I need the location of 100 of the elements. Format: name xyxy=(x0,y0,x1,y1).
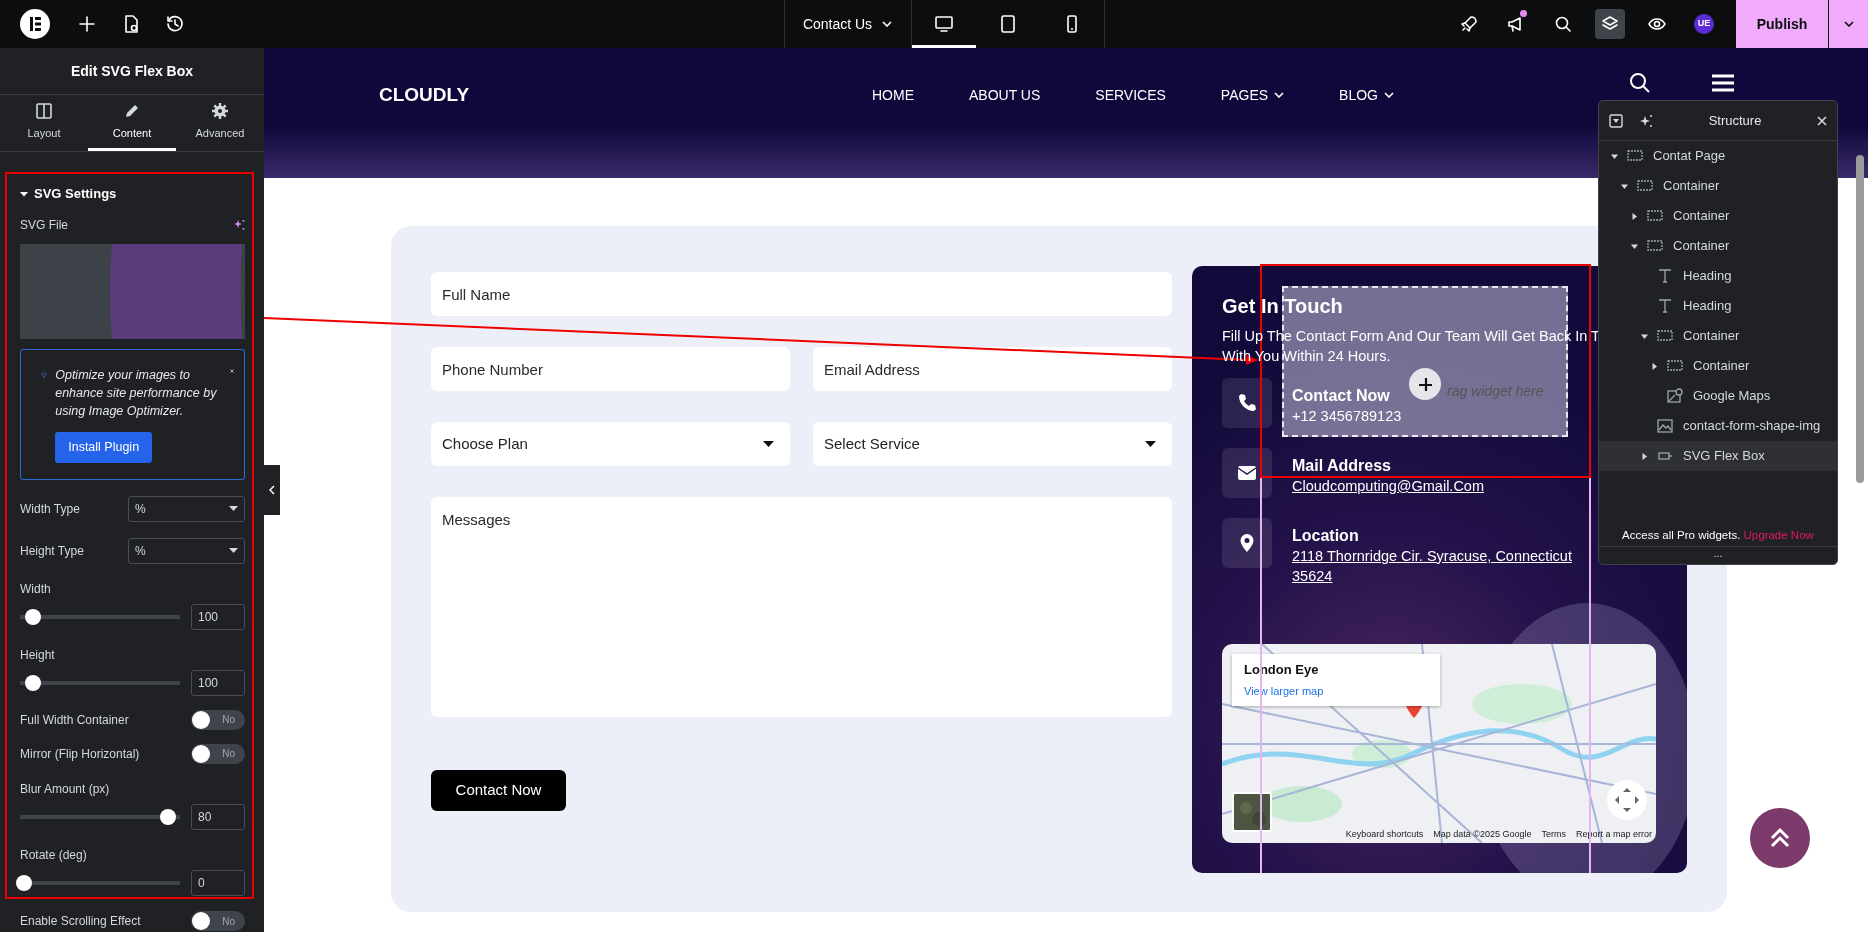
panel-tab[interactable]: Advanced xyxy=(176,95,264,151)
scrollbar-thumb[interactable] xyxy=(1856,155,1864,483)
close-icon[interactable] xyxy=(1817,115,1827,126)
text-field[interactable]: Email Address xyxy=(813,347,1172,391)
tree-item[interactable]: SVG Flex Box xyxy=(1599,441,1837,471)
contact-link[interactable]: 2118 Thornridge Cir. Syracuse, Connecticut 35624 xyxy=(1292,546,1572,586)
item-title: Contact Now xyxy=(1292,386,1390,406)
tree-item[interactable]: Container xyxy=(1599,351,1837,381)
message-field[interactable]: Messages xyxy=(431,497,1172,717)
map-attribution-link[interactable]: Keyboard shortcuts xyxy=(1345,827,1424,841)
gear-icon xyxy=(211,101,229,120)
publish-button[interactable]: Publish xyxy=(1736,0,1828,48)
slider-thumb[interactable] xyxy=(160,808,176,825)
phone-icon xyxy=(1237,393,1257,413)
tree-item[interactable]: Container xyxy=(1599,201,1837,231)
field-label: Mirror (Flip Horizontal) xyxy=(20,745,140,763)
plus-icon[interactable] xyxy=(77,14,97,34)
nav-link[interactable]: BLOG xyxy=(1339,78,1394,112)
site-logo[interactable]: CLOUDLY xyxy=(379,78,872,112)
map-pan-control[interactable] xyxy=(1607,780,1647,820)
number-field[interactable]: 100 xyxy=(191,603,245,630)
map-attribution-link[interactable]: Map data ©2025 Google xyxy=(1433,827,1532,841)
caret-icon[interactable] xyxy=(1650,362,1658,370)
caret-icon[interactable] xyxy=(1640,332,1648,340)
card-title: Get In Touch xyxy=(1222,294,1343,318)
tree-item[interactable]: Contat Page xyxy=(1599,141,1837,171)
number-field[interactable]: 80 xyxy=(191,803,245,830)
caret-icon[interactable] xyxy=(1630,242,1638,250)
tree-item[interactable]: Heading xyxy=(1599,291,1837,321)
history-icon[interactable] xyxy=(165,14,185,34)
nav-link[interactable]: PAGES xyxy=(1220,78,1285,112)
field-label: Full Width Container xyxy=(20,711,129,729)
slider-thumb[interactable] xyxy=(24,674,41,691)
scroll-top-button[interactable] xyxy=(1750,808,1810,868)
tree-item[interactable]: contact-form-shape-img xyxy=(1599,411,1837,441)
upgrade-link[interactable]: Upgrade Now xyxy=(1743,529,1814,541)
search-icon[interactable] xyxy=(1629,72,1651,94)
layers-icon xyxy=(1594,9,1625,39)
menu-icon[interactable] xyxy=(1711,73,1735,93)
select-field[interactable]: Choose Plan xyxy=(431,422,790,466)
text-field[interactable]: Phone Number xyxy=(431,347,790,391)
toggle-switch[interactable]: No xyxy=(191,743,245,764)
install-plugin-button[interactable]: Install Plugin xyxy=(55,432,153,463)
slider-thumb[interactable] xyxy=(16,874,32,891)
tree-item[interactable]: Container xyxy=(1599,231,1837,261)
caret-icon[interactable] xyxy=(1630,212,1638,220)
field-label: Enable Scrolling Effect xyxy=(20,913,141,930)
item-value: +12 3456789123 xyxy=(1292,407,1402,426)
contact-link[interactable]: Cloudcomputing@Gmail.Com xyxy=(1292,476,1484,496)
select-field[interactable]: % xyxy=(128,495,245,522)
nav-link[interactable]: SERVICES xyxy=(1095,78,1166,112)
item-title: Mail Address xyxy=(1292,456,1391,476)
tree-item[interactable]: Google Maps xyxy=(1599,381,1837,411)
collapse-icon[interactable] xyxy=(1609,113,1623,128)
container-icon xyxy=(1667,358,1683,374)
select-field[interactable]: % xyxy=(128,537,245,564)
collapse-panel-button[interactable] xyxy=(264,465,280,515)
caret-icon[interactable] xyxy=(1610,152,1618,160)
caret-icon xyxy=(229,548,238,554)
tree-item[interactable]: Heading xyxy=(1599,261,1837,291)
caret-icon[interactable] xyxy=(1620,182,1628,190)
sparkle-icon[interactable] xyxy=(233,219,245,231)
slider-thumb[interactable] xyxy=(24,608,41,625)
select-field[interactable]: Select Service xyxy=(813,422,1172,466)
text-field[interactable]: Full Name xyxy=(431,272,1172,316)
panel-tab[interactable]: Content xyxy=(88,95,176,151)
close-icon[interactable] xyxy=(230,366,234,376)
container-icon xyxy=(1647,208,1663,224)
field-label: Width Type xyxy=(20,500,80,518)
tree-item[interactable]: Container xyxy=(1599,171,1837,201)
container-icon xyxy=(1637,178,1653,194)
chevron-down-icon[interactable] xyxy=(1274,92,1285,98)
field-label: Height xyxy=(20,646,55,664)
tree-item[interactable]: Container xyxy=(1599,321,1837,351)
number-field[interactable]: 0 xyxy=(191,869,245,896)
number-field[interactable]: 100 xyxy=(191,669,245,696)
publish-options-button[interactable] xyxy=(1828,0,1868,48)
caret-icon xyxy=(882,21,893,27)
chevron-down-icon xyxy=(1843,21,1854,27)
field-label: Width xyxy=(20,580,51,598)
satellite-toggle[interactable] xyxy=(1232,792,1272,832)
panel-tab[interactable]: Layout xyxy=(0,95,88,151)
image-icon xyxy=(1657,418,1673,434)
toggle-switch[interactable]: No xyxy=(191,911,245,931)
columns-icon xyxy=(35,101,53,120)
place-name: London Eye xyxy=(1244,662,1320,678)
caret-icon[interactable] xyxy=(20,190,28,198)
nav-link[interactable]: HOME xyxy=(872,78,914,112)
logo-icon[interactable] xyxy=(20,9,50,39)
caret-icon[interactable] xyxy=(1640,452,1648,460)
notice-text: Optimize your images to enhance site performance by using Image Optimizer. xyxy=(55,367,218,420)
chevron-down-icon[interactable] xyxy=(1383,92,1394,98)
section-title[interactable]: SVG Settings xyxy=(34,184,117,204)
map-attribution-link[interactable]: Terms xyxy=(1541,827,1566,841)
user-avatar[interactable]: UE xyxy=(1694,14,1714,34)
nav-link[interactable]: ABOUT US xyxy=(969,78,1041,112)
sparkle-icon[interactable] xyxy=(1639,113,1653,128)
toggle-switch[interactable]: No xyxy=(191,709,245,730)
resize-handle[interactable]: ... xyxy=(1599,546,1837,564)
contact-now-button[interactable]: Contact Now xyxy=(431,770,566,811)
